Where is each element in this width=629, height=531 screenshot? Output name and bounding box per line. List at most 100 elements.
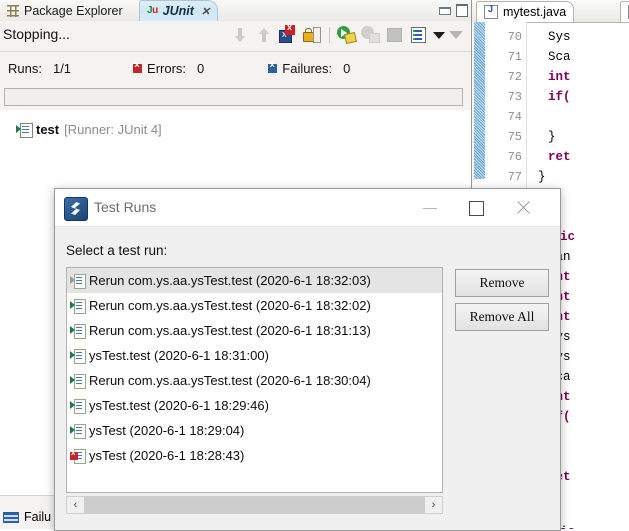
tab-mytest-java[interactable]: mytest.java bbox=[476, 1, 575, 22]
minimize-icon[interactable] bbox=[438, 3, 451, 16]
list-item-label: Rerun com.ys.aa.ysTest.test (2020-6-1 18… bbox=[89, 323, 371, 338]
next-failure-icon[interactable] bbox=[230, 25, 250, 45]
tab-package-explorer-label: Package Explorer bbox=[24, 3, 123, 18]
stat-failures-value: 0 bbox=[343, 60, 351, 76]
stop-test-run-icon[interactable] bbox=[385, 25, 405, 45]
test-runs-list[interactable]: Rerun com.ys.aa.ysTest.test (2020-6-1 18… bbox=[66, 267, 443, 493]
test-run-icon bbox=[16, 122, 33, 138]
view-menu-caret-icon[interactable] bbox=[433, 31, 445, 39]
list-item-label: ysTest.test (2020-6-1 18:29:46) bbox=[89, 398, 269, 413]
junit-stats-bar: Runs: 1/1 Errors: 0 Failures: 0 bbox=[0, 52, 471, 84]
close-icon[interactable]: ✕ bbox=[201, 5, 210, 18]
tab-junit[interactable]: Ju JUnit ✕ bbox=[139, 0, 219, 21]
java-file-icon bbox=[484, 4, 498, 19]
list-item-label: ysTest.test (2020-6-1 18:31:00) bbox=[89, 348, 269, 363]
failures-badge-icon bbox=[268, 60, 278, 73]
list-item[interactable]: Rerun com.ys.aa.ysTest.test (2020-6-1 18… bbox=[67, 293, 442, 318]
stat-errors: Errors: 0 bbox=[133, 60, 205, 76]
tab-failure-trace-label: Failu bbox=[24, 510, 52, 524]
code-line: if( bbox=[548, 90, 571, 104]
list-item-label: Rerun com.ys.aa.ysTest.test (2020-6-1 18… bbox=[89, 273, 371, 288]
junit-toolbar-buttons bbox=[230, 22, 463, 45]
line-number: 77 bbox=[507, 170, 522, 184]
list-item[interactable]: Rerun com.ys.aa.ysTest.test (2020-6-1 18… bbox=[67, 268, 442, 293]
scroll-lock-icon[interactable] bbox=[302, 25, 322, 45]
select-test-run-label: Select a test run: bbox=[66, 243, 168, 258]
test-status-text: Stopping... bbox=[3, 26, 70, 42]
tree-row-meta: [Runner: JUnit 4] bbox=[64, 122, 162, 137]
stat-runs-value: 1/1 bbox=[52, 60, 72, 76]
line-number: 75 bbox=[507, 130, 522, 144]
package-explorer-icon bbox=[7, 4, 19, 17]
tab-failure-trace[interactable]: Failu bbox=[3, 510, 51, 524]
junit-toolbar: Stopping... bbox=[0, 21, 471, 52]
code-line: } bbox=[548, 130, 556, 144]
test-runs-dialog: Test Runs Select a test run: Rerun com.y… bbox=[54, 188, 561, 531]
list-horizontal-scrollbar[interactable]: ‹ › bbox=[66, 496, 443, 514]
line-number: 70 bbox=[507, 30, 522, 44]
test-run-gray-icon bbox=[70, 273, 86, 289]
list-item[interactable]: ysTest.test (2020-6-1 18:31:00) bbox=[67, 343, 442, 368]
stat-errors-value: 0 bbox=[197, 60, 205, 76]
code-line: int bbox=[548, 70, 571, 84]
remove-all-button[interactable]: Remove All bbox=[455, 303, 549, 331]
maximize-icon[interactable] bbox=[453, 189, 499, 226]
dialog-body: Select a test run: Rerun com.ys.aa.ysTes… bbox=[55, 227, 560, 530]
rerun-test-failures-icon[interactable] bbox=[361, 25, 381, 45]
line-number: 73 bbox=[507, 90, 522, 104]
test-run-history-icon[interactable] bbox=[409, 25, 429, 45]
failure-trace-icon bbox=[3, 511, 19, 523]
code-line: } bbox=[538, 170, 546, 184]
code-line: ret bbox=[548, 150, 571, 164]
test-run-ok-icon bbox=[70, 323, 86, 339]
close-icon[interactable] bbox=[499, 189, 545, 226]
stat-errors-label: Errors: bbox=[147, 60, 187, 76]
show-failures-only-icon[interactable] bbox=[278, 22, 298, 45]
maximize-icon[interactable] bbox=[455, 3, 468, 17]
view-minimize-icon[interactable] bbox=[449, 31, 463, 39]
rerun-test-icon[interactable] bbox=[337, 25, 357, 45]
dialog-title-bar[interactable]: Test Runs bbox=[55, 189, 560, 227]
tab-mytest-java-label: mytest.java bbox=[503, 5, 567, 19]
list-item[interactable]: ysTest (2020-6-1 18:29:04) bbox=[67, 418, 442, 443]
test-run-ok-icon bbox=[70, 423, 86, 439]
line-number: 72 bbox=[507, 70, 522, 84]
test-run-ok-icon bbox=[70, 298, 86, 314]
list-item[interactable]: ysTest (2020-6-1 18:28:43) bbox=[67, 443, 442, 468]
stat-runs-label: Runs: bbox=[8, 60, 42, 76]
test-run-ok-icon bbox=[70, 373, 86, 389]
test-runs-icon bbox=[64, 197, 88, 221]
stat-failures-label: Failures: bbox=[282, 60, 333, 76]
scroll-left-icon[interactable]: ‹ bbox=[67, 497, 84, 513]
code-line: Sys bbox=[548, 30, 571, 44]
test-run-ok-icon bbox=[70, 348, 86, 364]
line-number: 76 bbox=[507, 150, 522, 164]
tree-row-name: test bbox=[36, 122, 60, 137]
list-item[interactable]: Rerun com.ys.aa.ysTest.test (2020-6-1 18… bbox=[67, 318, 442, 343]
list-item[interactable]: ysTest.test (2020-6-1 18:29:46) bbox=[67, 393, 442, 418]
junit-view-tabstrip: Package Explorer Ju JUnit ✕ bbox=[0, 0, 471, 22]
scroll-right-icon[interactable]: › bbox=[425, 497, 442, 513]
stat-runs: Runs: 1/1 bbox=[8, 61, 71, 76]
list-item-label: ysTest (2020-6-1 18:28:43) bbox=[89, 448, 245, 463]
stat-failures: Failures: 0 bbox=[268, 60, 351, 76]
list-item-label: ysTest (2020-6-1 18:29:04) bbox=[89, 423, 245, 438]
test-progress-bar bbox=[4, 88, 463, 106]
minimize-icon[interactable] bbox=[407, 189, 453, 226]
test-run-error-icon bbox=[70, 448, 86, 464]
line-number: 74 bbox=[507, 110, 522, 124]
list-item[interactable]: Rerun com.ys.aa.ysTest.test (2020-6-1 18… bbox=[67, 368, 442, 393]
tab-secondary-file[interactable] bbox=[620, 1, 629, 22]
toolbar-separator bbox=[329, 27, 330, 43]
tab-junit-label: JUnit bbox=[162, 4, 194, 18]
editor-tabstrip: mytest.java bbox=[472, 0, 629, 23]
dialog-title: Test Runs bbox=[94, 199, 157, 215]
previous-failure-icon[interactable] bbox=[254, 25, 274, 45]
tab-package-explorer[interactable]: Package Explorer bbox=[0, 0, 130, 21]
remove-button[interactable]: Remove bbox=[455, 269, 549, 297]
scrollbar-thumb[interactable] bbox=[84, 497, 425, 513]
list-item-label: Rerun com.ys.aa.ysTest.test (2020-6-1 18… bbox=[89, 298, 371, 313]
tree-row-test[interactable]: test [Runner: JUnit 4] bbox=[16, 122, 162, 138]
line-number: 71 bbox=[507, 50, 522, 64]
junit-icon: Ju bbox=[147, 5, 158, 16]
